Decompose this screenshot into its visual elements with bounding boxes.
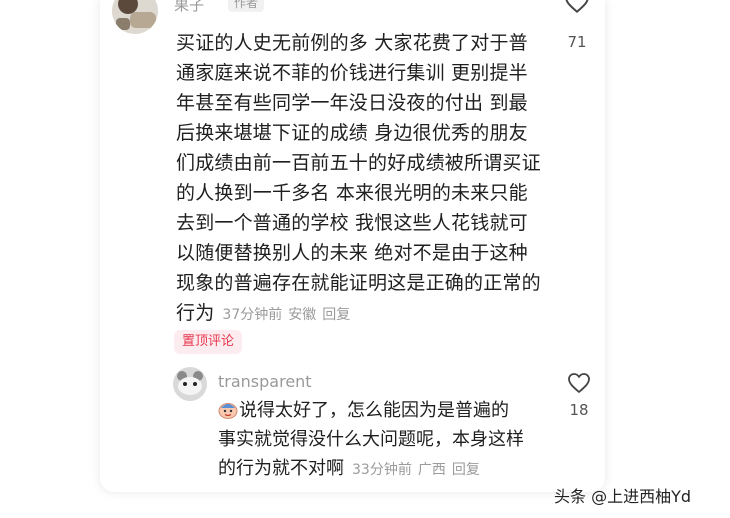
- emoji-icon: [218, 403, 238, 419]
- comment-line: 年甚至有些同学一年没日没夜的付出 到最: [176, 92, 528, 114]
- comment-line: 以随便替换别人的未来 绝对不是由于这种: [176, 242, 528, 264]
- like-count: 71: [567, 33, 587, 51]
- reply-avatar[interactable]: [173, 367, 207, 401]
- comment-body: 买证的人史无前例的多 大家花费了对于普 通家庭来说不菲的价钱进行集训 更别提半 …: [176, 28, 546, 330]
- reply-button[interactable]: 回复: [322, 307, 350, 323]
- comment-line: 后换来堪堪下证的成绩 身边很优秀的朋友: [176, 122, 528, 144]
- reply-time: 33分钟前: [352, 462, 412, 478]
- reply-body: 说得太好了，怎么能因为是普遍的 事实就觉得没什么大问题呢，本身这样 的行为就不对…: [218, 396, 548, 485]
- heart-outline-icon[interactable]: [567, 372, 591, 394]
- comment-location: 安徽: [288, 307, 317, 323]
- reply-like-count: 18: [569, 401, 589, 419]
- author-badge: 作者: [228, 0, 265, 12]
- comment-line: 买证的人史无前例的多 大家花费了对于普: [176, 32, 528, 54]
- comment-line: 去到一个普通的学校 我恨这些人花钱就可: [176, 212, 528, 234]
- reply-line-text: 的行为就不对啊: [218, 458, 344, 479]
- reply-line: 说得太好了，怎么能因为是普遍的: [218, 396, 548, 425]
- comment-username[interactable]: 果子: [174, 0, 204, 14]
- reply-line: 事实就觉得没什么大问题呢，本身这样: [218, 429, 524, 450]
- reply-line-last: 的行为就不对啊 33分钟前 广西 回复: [218, 454, 548, 485]
- comment-line-last: 行为 37分钟前 安徽 回复: [176, 298, 546, 330]
- reply-location: 广西: [417, 462, 446, 478]
- avatar[interactable]: [112, 0, 158, 34]
- comment-line: 的人换到一千多名 本来很光明的未来只能: [176, 182, 528, 204]
- reply-reply-button[interactable]: 回复: [452, 462, 480, 478]
- watermark: 头条 @上进西柚Yd: [554, 487, 692, 506]
- reply-username[interactable]: transparent: [218, 372, 312, 392]
- heart-outline-icon[interactable]: [564, 0, 590, 14]
- comment-line: 们成绩由前一百前五十的好成绩被所谓买证: [176, 152, 541, 174]
- comment-meta: 37分钟前 安徽 回复: [222, 307, 356, 323]
- comment-line: 现象的普遍存在就能证明这是正确的正常的: [176, 272, 541, 294]
- comment-time: 37分钟前: [222, 307, 283, 323]
- pinned-comment-badge: 置顶评论: [174, 330, 243, 354]
- comment-card: 果子 作者 71 买证的人史无前例的多 大家花费了对于普 通家庭来说不菲的价钱进…: [100, 0, 605, 492]
- reply-line-text: 说得太好了，怎么能因为是普遍的: [239, 400, 509, 421]
- comment-line: 通家庭来说不菲的价钱进行集训 更别提半: [176, 62, 528, 84]
- reply-meta: 33分钟前 广西 回复: [352, 462, 486, 478]
- comment-line-text: 行为: [176, 302, 215, 324]
